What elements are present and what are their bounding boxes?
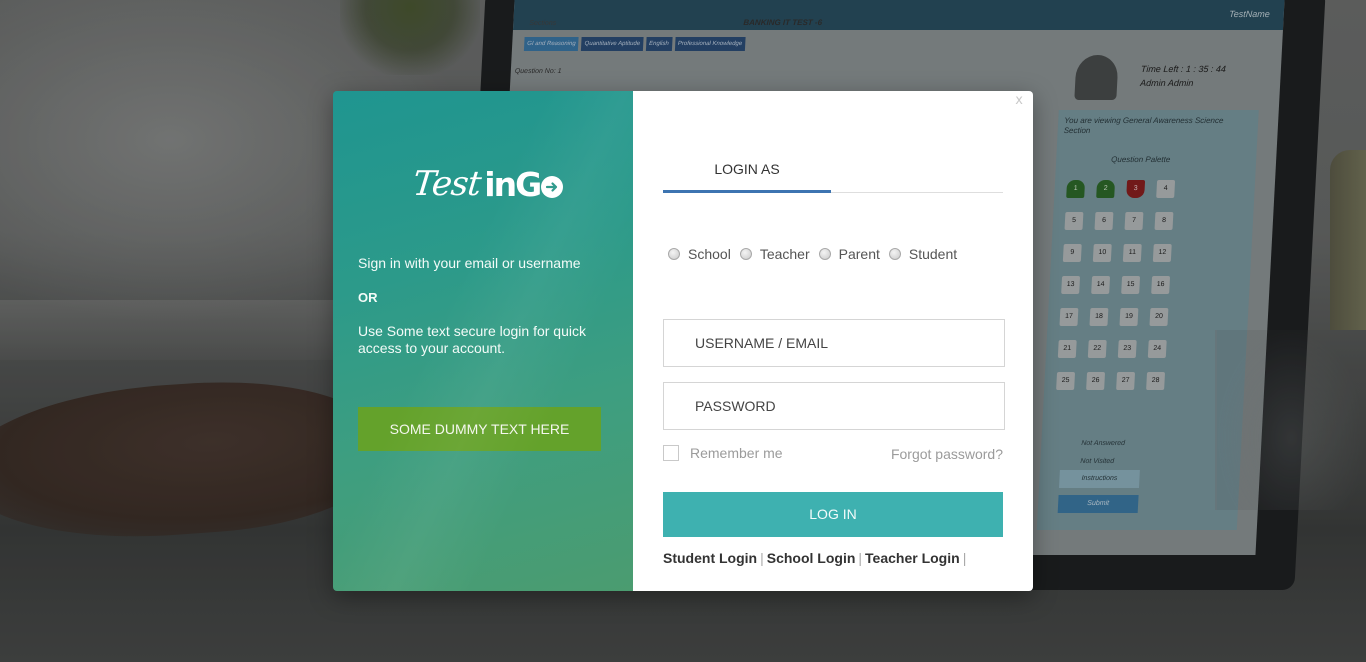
teacher-login-link[interactable]: Teacher Login [865,550,960,566]
role-radio-school[interactable]: School [668,246,731,262]
login-tab-bar: LOGIN AS [663,153,1003,193]
radio-circle-icon[interactable] [739,248,752,260]
role-radio-group: School Teacher Parent Student [668,246,966,262]
secure-login-hint: Use Some text secure login for quick acc… [358,323,586,356]
role-label: Student [908,246,958,262]
role-radio-teacher[interactable]: Teacher [739,246,810,262]
role-label: Parent [838,246,880,262]
role-radio-parent[interactable]: Parent [818,246,880,262]
forgot-password-link[interactable]: Forgot password? [891,446,1003,462]
radio-circle-icon[interactable] [818,248,831,260]
promo-panel: Test inG Sign in with your email or user… [333,91,633,591]
login-form-panel: x LOGIN AS School Teacher Parent Student… [633,91,1033,591]
quick-login-links: Student Login | School Login | Teacher Login… [663,550,969,566]
role-label: Teacher [759,246,810,262]
close-icon[interactable]: x [1015,93,1023,108]
login-modal: Test inG Sign in with your email or user… [333,91,1033,591]
link-separator: | [760,550,764,566]
radio-circle-icon[interactable] [668,248,680,260]
remember-me-checkbox[interactable] [663,445,679,461]
logo-bold-letters: inG [484,165,542,204]
password-input[interactable]: PASSWORD [663,382,1005,430]
login-button[interactable]: LOG IN [663,492,1003,537]
role-label: School [688,246,731,262]
dummy-action-button[interactable]: SOME DUMMY TEXT HERE [358,407,601,451]
remember-me-label: Remember me [690,445,783,461]
testingo-logo: Test inG [410,155,564,204]
or-divider-text: OR [358,290,378,305]
link-separator: | [962,550,967,566]
student-login-link[interactable]: Student Login [663,550,757,566]
username-email-input[interactable]: USERNAME / EMAIL [663,319,1005,367]
remember-me-toggle[interactable]: Remember me [663,445,783,461]
logo-script-text: Test [410,164,483,204]
link-separator: | [858,550,863,566]
radio-circle-icon[interactable] [888,248,901,260]
role-radio-student[interactable]: Student [888,246,958,262]
arrow-right-circle-icon [541,176,564,198]
sign-in-hint: Sign in with your email or username [358,255,581,271]
school-login-link[interactable]: School Login [767,550,856,566]
tab-login-as[interactable]: LOGIN AS [663,153,831,193]
logo-bold-text: inG [484,165,564,204]
